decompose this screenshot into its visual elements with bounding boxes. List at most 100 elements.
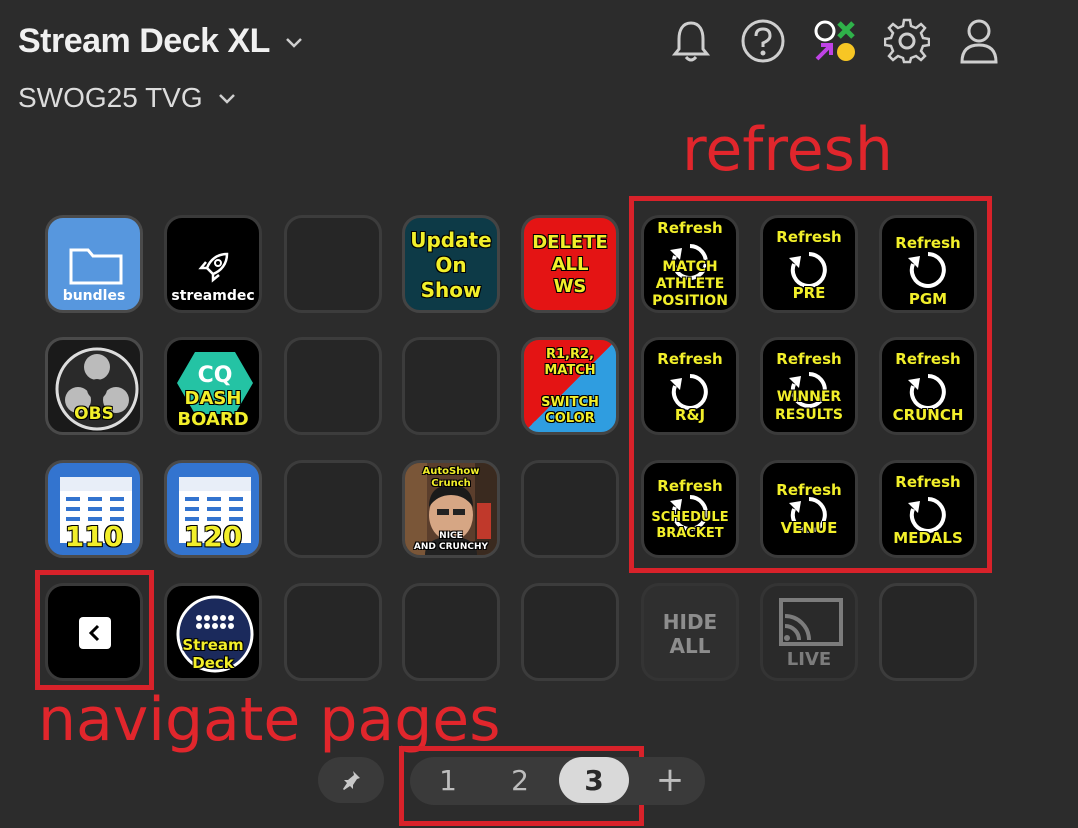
bell-icon[interactable] bbox=[668, 18, 714, 64]
key-label: Refresh bbox=[776, 228, 842, 246]
key-calendar-120[interactable]: 120 bbox=[164, 460, 262, 558]
key-label: On bbox=[435, 253, 467, 277]
key-label: MATCH bbox=[544, 363, 596, 378]
key-refresh-rj[interactable]: Refresh R&J bbox=[641, 337, 739, 435]
key-empty[interactable] bbox=[521, 583, 619, 681]
key-label: AutoShow bbox=[422, 466, 480, 477]
key-label: Refresh bbox=[895, 350, 961, 368]
device-selector[interactable]: Stream Deck XL bbox=[18, 22, 304, 61]
key-empty[interactable] bbox=[879, 583, 977, 681]
key-label: DELETE bbox=[532, 232, 608, 253]
help-icon[interactable] bbox=[740, 18, 786, 64]
chevron-down-icon bbox=[218, 94, 235, 104]
profile-selector[interactable]: SWOG25 TVG bbox=[18, 82, 237, 114]
key-label: BOARD bbox=[177, 409, 249, 430]
marketplace-icon[interactable] bbox=[812, 18, 858, 64]
key-label: SWITCH bbox=[541, 395, 599, 410]
key-bundles[interactable]: bundles bbox=[45, 215, 143, 313]
key-label: ALL bbox=[551, 254, 589, 275]
key-back-page[interactable] bbox=[45, 583, 143, 681]
key-label: R1,R2, bbox=[546, 347, 594, 362]
key-label: BRACKET bbox=[656, 526, 724, 541]
key-label: HIDE bbox=[662, 610, 718, 634]
key-label: NICE bbox=[439, 530, 463, 541]
key-refresh-crunch[interactable]: Refresh CRUNCH bbox=[879, 337, 977, 435]
gear-icon[interactable] bbox=[884, 18, 930, 64]
key-streamdeck-plugin[interactable]: streamdec bbox=[164, 215, 262, 313]
key-label: Refresh bbox=[657, 350, 723, 368]
key-dashboard[interactable]: CQ DASH BOARD bbox=[164, 337, 262, 435]
key-refresh-winner-results[interactable]: Refresh WINNER RESULTS bbox=[760, 337, 858, 435]
annotation-navigate: navigate pages bbox=[38, 685, 501, 755]
key-label: Deck bbox=[192, 654, 234, 672]
key-label: Show bbox=[420, 278, 482, 302]
key-hide-all[interactable]: HIDE ALL bbox=[641, 583, 739, 681]
key-label: RESULTS bbox=[774, 407, 844, 423]
key-label: CRUNCH bbox=[892, 406, 964, 424]
key-empty[interactable] bbox=[284, 337, 382, 435]
key-refresh-schedule-bracket[interactable]: Refresh SCHEDULE BRACKET bbox=[641, 460, 739, 558]
user-icon[interactable] bbox=[956, 18, 1002, 64]
key-label: MEDALS bbox=[893, 529, 963, 547]
key-label: POSITION bbox=[652, 293, 728, 309]
key-switch-color[interactable]: R1,R2, MATCH SWITCH COLOR bbox=[521, 337, 619, 435]
page-3-button[interactable]: 3 bbox=[559, 757, 629, 803]
key-label: 110 bbox=[64, 519, 124, 553]
key-empty[interactable] bbox=[521, 460, 619, 558]
annotation-refresh: refresh bbox=[682, 115, 893, 185]
cast-icon bbox=[779, 598, 843, 646]
page-2-button[interactable]: 2 bbox=[490, 757, 550, 803]
key-calendar-110[interactable]: 110 bbox=[45, 460, 143, 558]
key-delete-all-ws[interactable]: DELETE ALL WS bbox=[521, 215, 619, 313]
pin-button[interactable] bbox=[318, 757, 384, 803]
page-1-button[interactable]: 1 bbox=[418, 757, 478, 803]
key-label: bundles bbox=[62, 288, 126, 305]
key-empty[interactable] bbox=[284, 583, 382, 681]
key-label: streamdec bbox=[171, 288, 255, 305]
key-obs[interactable]: OBS bbox=[45, 337, 143, 435]
device-name: Stream Deck XL bbox=[18, 22, 270, 60]
pin-icon bbox=[343, 771, 360, 790]
key-label: Update bbox=[410, 228, 492, 252]
back-button bbox=[79, 617, 111, 649]
key-label: AND CRUNCHY bbox=[413, 541, 489, 552]
key-label: 120 bbox=[183, 519, 243, 553]
svg-text:CQ: CQ bbox=[198, 363, 233, 388]
key-label: Stream bbox=[182, 636, 244, 654]
key-stream-deck[interactable]: Stream Deck bbox=[164, 583, 262, 681]
key-label: MATCH bbox=[662, 259, 718, 275]
key-label: Refresh bbox=[895, 473, 961, 491]
key-label: DASH bbox=[184, 388, 242, 409]
chevron-down-icon bbox=[286, 37, 302, 48]
key-empty[interactable] bbox=[284, 215, 382, 313]
profile-name: SWOG25 TVG bbox=[18, 82, 203, 113]
chevron-left-icon bbox=[88, 624, 100, 642]
key-label: LIVE bbox=[786, 649, 832, 671]
folder-icon bbox=[69, 248, 123, 285]
add-page-button[interactable]: + bbox=[648, 757, 692, 803]
key-refresh-medals[interactable]: Refresh MEDALS bbox=[879, 460, 977, 558]
key-label: VENUE bbox=[780, 519, 838, 537]
key-empty[interactable] bbox=[284, 460, 382, 558]
key-refresh-match-athlete-position[interactable]: Refresh MATCH ATHLETE POSITION bbox=[641, 215, 739, 313]
key-label: SCHEDULE bbox=[651, 510, 729, 525]
key-label: WS bbox=[553, 276, 587, 297]
refresh-icon bbox=[908, 252, 946, 288]
key-refresh-pre[interactable]: Refresh PRE bbox=[760, 215, 858, 313]
key-autoshow-crunch[interactable]: AutoShow Crunch NICE AND CRUNCHY bbox=[402, 460, 500, 558]
key-label: Refresh bbox=[776, 350, 842, 368]
key-label: Crunch bbox=[431, 478, 471, 489]
key-label: Refresh bbox=[657, 219, 723, 237]
key-label: OBS bbox=[74, 404, 114, 425]
key-live[interactable]: LIVE bbox=[760, 583, 858, 681]
key-empty[interactable] bbox=[402, 583, 500, 681]
key-label: COLOR bbox=[545, 411, 595, 426]
key-label: ATHLETE bbox=[655, 276, 725, 292]
key-update-on-show[interactable]: Update On Show bbox=[402, 215, 500, 313]
key-label: R&J bbox=[674, 406, 706, 424]
key-empty[interactable] bbox=[402, 337, 500, 435]
key-refresh-venue[interactable]: Refresh VENUE bbox=[760, 460, 858, 558]
key-refresh-pgm[interactable]: Refresh PGM bbox=[879, 215, 977, 313]
key-label: ALL bbox=[669, 634, 711, 658]
key-label: PRE bbox=[792, 284, 826, 302]
